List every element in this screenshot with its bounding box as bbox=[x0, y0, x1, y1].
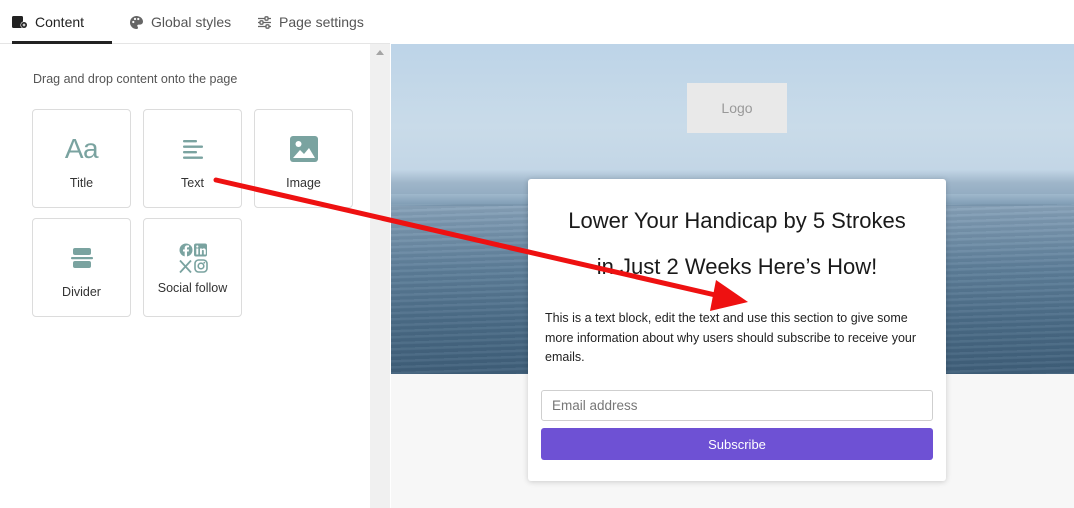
block-text-label: Text bbox=[181, 176, 204, 190]
palette-icon bbox=[128, 14, 144, 30]
block-divider-label: Divider bbox=[62, 285, 101, 299]
tab-global-styles-label: Global styles bbox=[151, 14, 232, 30]
card-text-block[interactable]: This is a text block, edit the text and … bbox=[545, 309, 925, 368]
tab-content[interactable]: Content bbox=[12, 12, 84, 32]
scroll-up-icon[interactable] bbox=[376, 50, 384, 55]
divider-icon bbox=[70, 241, 93, 275]
panel-hint: Drag and drop content onto the page bbox=[33, 72, 238, 86]
block-text[interactable]: Text bbox=[143, 109, 242, 208]
subscribe-button[interactable]: Subscribe bbox=[541, 428, 933, 460]
logo-placeholder[interactable]: Logo bbox=[687, 83, 787, 133]
block-image-label: Image bbox=[286, 176, 321, 190]
facebook-icon bbox=[179, 243, 192, 257]
signup-card: Lower Your Handicap by 5 Strokes in Just… bbox=[528, 179, 946, 481]
card-heading-line-1: Lower Your Handicap by 5 Strokes bbox=[568, 208, 906, 233]
x-icon bbox=[178, 259, 192, 274]
tab-page-settings[interactable]: Page settings bbox=[256, 12, 364, 32]
block-divider[interactable]: Divider bbox=[32, 218, 131, 317]
page-preview-canvas: Logo Lower Your Handicap by 5 Strokes in… bbox=[391, 44, 1074, 508]
content-block-icon bbox=[12, 14, 28, 30]
block-social-follow-label: Social follow bbox=[157, 281, 228, 295]
card-heading[interactable]: Lower Your Handicap by 5 Strokes in Just… bbox=[540, 201, 934, 287]
linkedin-icon bbox=[193, 243, 207, 257]
tab-page-settings-label: Page settings bbox=[279, 14, 364, 30]
content-blocks-panel: Drag and drop content onto the page Aa T… bbox=[0, 44, 370, 508]
image-icon bbox=[289, 132, 318, 166]
text-icon bbox=[181, 132, 205, 166]
block-title[interactable]: Aa Title bbox=[32, 109, 131, 208]
instagram-icon bbox=[193, 259, 208, 273]
block-image[interactable]: Image bbox=[254, 109, 353, 208]
card-heading-line-2: in Just 2 Weeks Here’s How! bbox=[596, 254, 878, 279]
panel-scrollbar[interactable] bbox=[370, 44, 390, 508]
tab-global-styles[interactable]: Global styles bbox=[128, 12, 231, 32]
sliders-icon bbox=[256, 14, 272, 30]
block-title-label: Title bbox=[69, 176, 94, 190]
title-icon: Aa bbox=[64, 133, 99, 164]
email-field[interactable] bbox=[541, 390, 933, 421]
social-icons bbox=[176, 241, 210, 275]
editor-tab-bar: Content Global styles Page settings bbox=[0, 0, 390, 44]
block-social-follow[interactable]: Social follow bbox=[143, 218, 242, 317]
tab-content-label: Content bbox=[35, 14, 85, 30]
